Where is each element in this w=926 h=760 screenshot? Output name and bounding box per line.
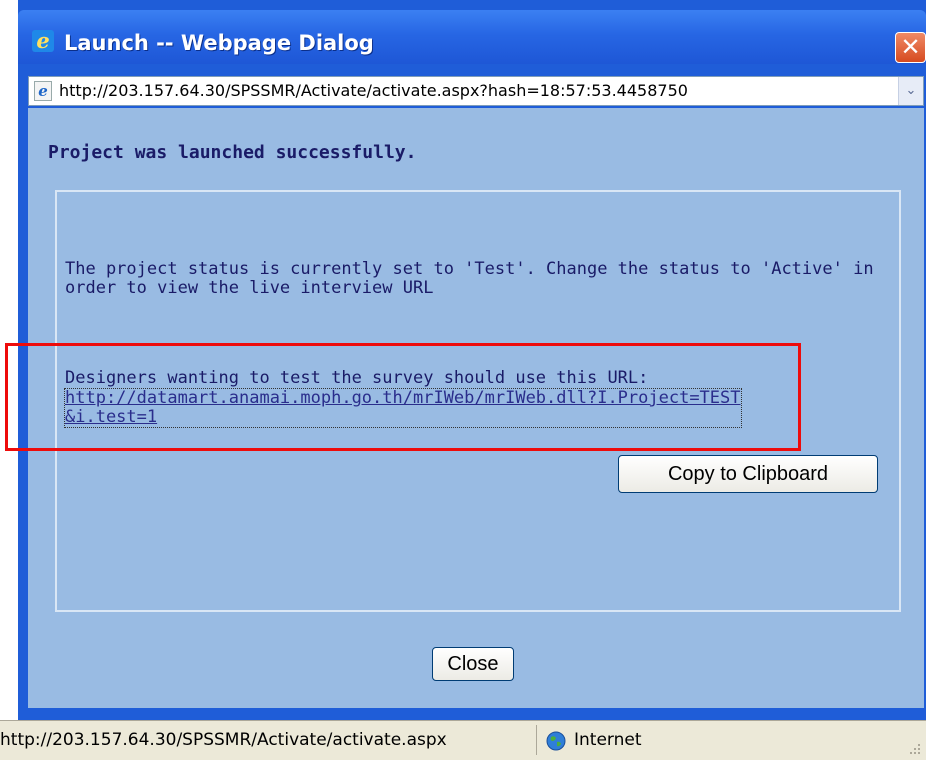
- test-url-link[interactable]: http://datamart.anamai.moph.go.th/mrIWeb…: [64, 388, 742, 428]
- globe-icon: [546, 731, 566, 751]
- chevron-down-icon[interactable]: ⌄: [898, 77, 923, 105]
- designers-label: Designers wanting to test the survey sho…: [65, 368, 649, 388]
- dialog-window: e Launch -- Webpage Dialog ✕ e http://20…: [18, 0, 926, 759]
- info-panel: The project status is currently set to '…: [55, 190, 901, 612]
- ie-icon: e: [32, 30, 54, 52]
- security-zone: Internet: [574, 730, 642, 750]
- copy-to-clipboard-button[interactable]: Copy to Clipboard: [618, 455, 878, 493]
- status-message: The project status is currently set to '…: [65, 259, 874, 298]
- window-title: Launch -- Webpage Dialog: [64, 31, 374, 55]
- window-close-button[interactable]: ✕: [895, 32, 926, 63]
- status-bar: http://203.157.64.30/SPSSMR/Activate/act…: [0, 720, 926, 760]
- page-heading: Project was launched successfully.: [48, 142, 417, 163]
- page-icon: e: [34, 81, 52, 101]
- status-divider: [536, 725, 537, 755]
- title-bar[interactable]: e Launch -- Webpage Dialog ✕: [18, 10, 926, 64]
- resize-grip-icon[interactable]: [908, 742, 922, 756]
- close-button[interactable]: Close: [432, 647, 514, 681]
- dialog-content: Project was launched successfully. The p…: [28, 108, 924, 708]
- status-url: http://203.157.64.30/SPSSMR/Activate/act…: [0, 730, 447, 750]
- address-url[interactable]: http://203.157.64.30/SPSSMR/Activate/act…: [59, 81, 688, 101]
- address-bar[interactable]: e http://203.157.64.30/SPSSMR/Activate/a…: [28, 76, 924, 106]
